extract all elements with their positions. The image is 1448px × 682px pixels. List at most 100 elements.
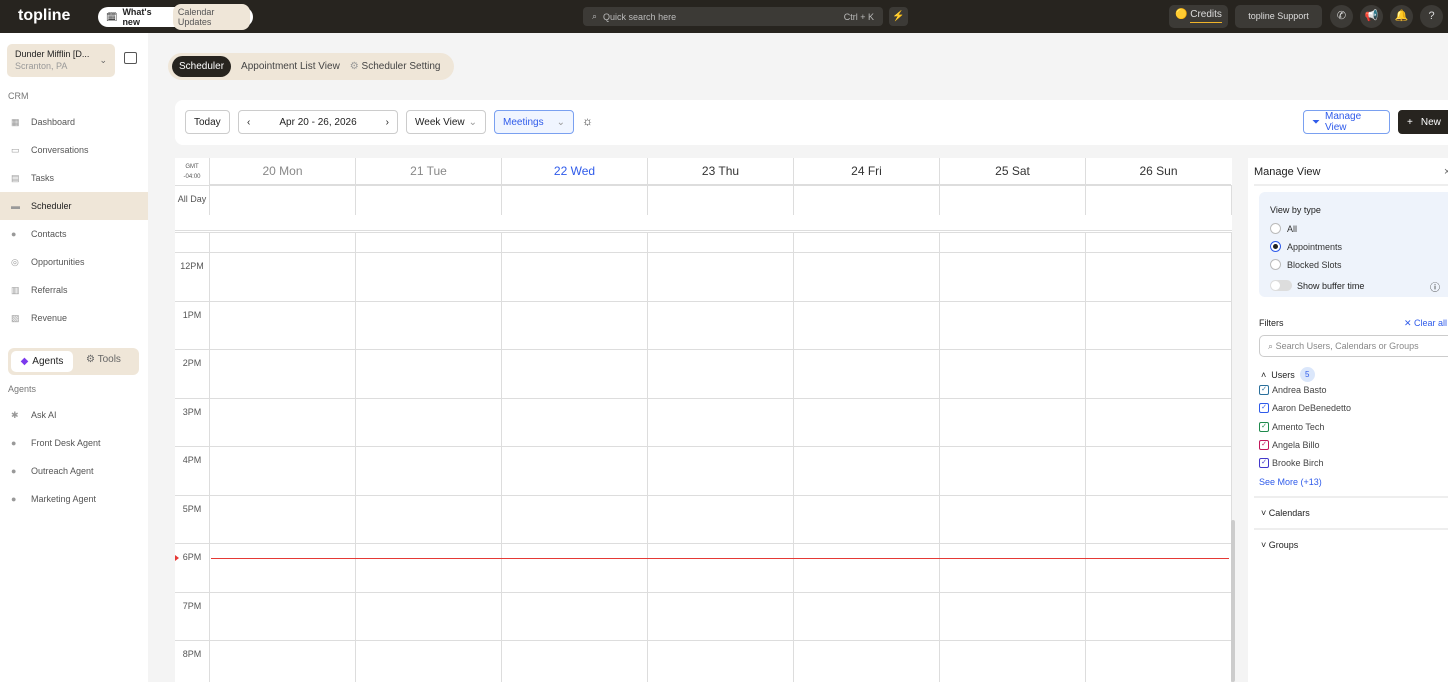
groups-label: Groups xyxy=(1268,540,1299,550)
new-button[interactable]: + New xyxy=(1398,110,1448,134)
lightbulb-icon[interactable]: ☼ xyxy=(582,114,593,128)
current-time-line xyxy=(211,558,1229,559)
lightning-icon[interactable]: ⚡ xyxy=(889,7,908,26)
sidebar-toggle-icon[interactable] xyxy=(124,52,137,64)
agent-item[interactable]: ● Marketing Agent xyxy=(0,485,148,513)
current-time-marker xyxy=(175,555,179,561)
buffer-label: Show buffer time xyxy=(1297,281,1365,291)
revenue-icon: ▧ xyxy=(11,312,20,323)
close-icon[interactable]: × xyxy=(1444,166,1448,178)
calendars-section-toggle[interactable]: ˅ Calendars xyxy=(1261,508,1310,518)
view-type-radio[interactable]: Appointments xyxy=(1270,241,1342,252)
check-icon: ✓ xyxy=(1259,421,1269,432)
tab-appointment-list[interactable]: Appointment List View xyxy=(241,61,340,72)
agent-label: Outreach Agent xyxy=(31,466,94,476)
day-header[interactable]: 25 Sat xyxy=(939,158,1085,185)
org-switcher[interactable]: Dunder Mifflin [D... Scranton, PA ⌄ xyxy=(7,44,115,77)
user-filter-checkbox[interactable]: ✓ Brooke Birch xyxy=(1259,458,1324,469)
info-icon[interactable]: ⓘ xyxy=(1430,279,1440,294)
sidebar-item-label: Referrals xyxy=(31,285,68,295)
filter-icon: ⏷ xyxy=(1312,116,1320,128)
user-filter-checkbox[interactable]: ✓ Amento Tech xyxy=(1259,421,1324,432)
person-icon: ● xyxy=(11,466,17,476)
whats-new-button[interactable]: 🗓 What's new Calendar Updates xyxy=(98,4,253,30)
hour-label: 2PM xyxy=(182,358,202,368)
see-more-link[interactable]: See More (+13) xyxy=(1259,477,1322,487)
calendars-label: Calendars xyxy=(1268,508,1310,518)
agent-item[interactable]: ● Outreach Agent xyxy=(0,457,148,485)
chevron-down-icon: ⌄ xyxy=(99,55,107,65)
view-type-radio[interactable]: Blocked Slots xyxy=(1270,259,1342,270)
day-header[interactable]: 26 Sun xyxy=(1085,158,1231,185)
chevron-left-icon[interactable]: ‹ xyxy=(247,117,250,128)
org-name: Dunder Mifflin [D... xyxy=(15,49,90,59)
bell-icon[interactable]: 🔔 xyxy=(1390,5,1413,28)
sidebar: Dunder Mifflin [D... Scranton, PA ⌄ CRM ▦ D… xyxy=(0,33,148,682)
sidebar-item-revenue[interactable]: ▧ Revenue xyxy=(0,304,148,332)
phone-icon[interactable]: ✆ xyxy=(1330,5,1353,28)
users-label: Users xyxy=(1271,369,1295,380)
tz-line: GMT xyxy=(185,164,199,170)
sidebar-item-opportunities[interactable]: ◎ Opportunities xyxy=(0,248,148,276)
agent-item[interactable]: ● Front Desk Agent xyxy=(0,429,148,457)
sidebar-item-label: Scheduler xyxy=(31,201,72,211)
buffer-toggle[interactable] xyxy=(1270,280,1292,291)
chevron-down-icon: ⌄ xyxy=(556,116,565,128)
hour-label: 5PM xyxy=(182,503,202,514)
sidebar-item-tasks[interactable]: ▤ Tasks xyxy=(0,164,148,192)
groups-section-toggle[interactable]: ˅ Groups xyxy=(1261,540,1298,550)
tab-scheduler[interactable]: Scheduler xyxy=(172,56,232,77)
user-name: Brooke Birch xyxy=(1272,458,1324,469)
tab-scheduler-setting[interactable]: ⚙ Scheduler Setting xyxy=(350,61,441,72)
manage-view-button[interactable]: ⏷ Manage View xyxy=(1303,110,1390,134)
sidebar-item-scheduler[interactable]: ▬ Scheduler xyxy=(0,192,148,220)
user-filter-checkbox[interactable]: ✓ Angela Billo xyxy=(1259,439,1320,450)
agent-item[interactable]: ✱ Ask AI xyxy=(0,401,148,429)
day-header[interactable]: 21 Tue xyxy=(355,158,501,185)
view-type-radio[interactable]: All xyxy=(1270,223,1297,234)
hour-label: 6PM xyxy=(182,552,202,562)
panel-title: Manage View xyxy=(1254,166,1321,178)
quick-search-input[interactable]: ⌕ Quick search here Ctrl + K xyxy=(583,7,883,26)
help-icon[interactable]: ? xyxy=(1420,5,1443,28)
filter-search-input[interactable]: ⌕ Search Users, Calendars or Groups xyxy=(1259,335,1448,357)
support-button[interactable]: topline Support xyxy=(1235,5,1322,28)
today-button[interactable]: Today xyxy=(185,110,230,134)
day-header[interactable]: 24 Fri xyxy=(793,158,939,185)
megaphone-icon[interactable]: 📢 xyxy=(1360,5,1383,28)
clear-all-label: Clear all xyxy=(1414,318,1448,328)
check-icon: ✓ xyxy=(1259,458,1269,469)
clear-all-button[interactable]: ✕ Clear all xyxy=(1404,318,1447,329)
search-placeholder: Quick search here xyxy=(603,11,677,22)
sidebar-item-contacts[interactable]: ● Contacts xyxy=(0,220,148,248)
sidebar-item-conversations[interactable]: ▭ Conversations xyxy=(0,136,148,164)
tools-tab[interactable]: ⚙ Tools xyxy=(86,354,121,365)
chevron-right-icon[interactable]: › xyxy=(386,117,389,128)
calendar-type-select[interactable]: Meetings ⌄ xyxy=(494,110,574,134)
user-filter-checkbox[interactable]: ✓ Aaron DeBenedetto xyxy=(1259,403,1351,414)
calendar-updates-badge: Calendar Updates xyxy=(172,4,250,30)
chevron-down-icon: ˅ xyxy=(1261,508,1267,518)
referral-icon: ▥ xyxy=(11,284,20,295)
view-by-type-box: View by type All Appointments Blocked Slot… xyxy=(1259,192,1448,297)
calendar-toolbar: Today ‹ Apr 20 - 26, 2026 › Week View ⌄ Mee… xyxy=(175,100,1448,145)
gift-icon: 🗓 xyxy=(106,11,118,22)
tz-offset: -04:00 xyxy=(183,174,201,180)
sidebar-item-dashboard[interactable]: ▦ Dashboard xyxy=(0,108,148,136)
date-range: Apr 20 - 26, 2026 xyxy=(279,116,357,128)
hour-label: 1PM xyxy=(182,309,202,320)
view-select[interactable]: Week View ⌄ xyxy=(406,110,486,134)
person-icon: ● xyxy=(11,229,17,239)
scrollbar[interactable] xyxy=(1231,520,1235,682)
day-header[interactable]: 23 Thu xyxy=(647,158,793,185)
users-section-toggle[interactable]: ˄ Users 5 xyxy=(1261,367,1315,382)
sidebar-item-label: Contacts xyxy=(31,229,67,239)
day-header[interactable]: 22 Wed xyxy=(501,158,647,185)
day-header[interactable]: 20 Mon xyxy=(209,158,355,185)
manage-view-panel: Manage View × View by type All Appointmen… xyxy=(1248,158,1448,682)
sidebar-item-referrals[interactable]: ▥ Referrals xyxy=(0,276,148,304)
user-filter-checkbox[interactable]: ✓ Andrea Basto xyxy=(1259,385,1327,395)
credits-button[interactable]: 🟡 Credits xyxy=(1169,5,1228,28)
agents-tab[interactable]: ◆ Agents xyxy=(11,351,73,372)
user-name: Andrea Basto xyxy=(1272,385,1327,395)
